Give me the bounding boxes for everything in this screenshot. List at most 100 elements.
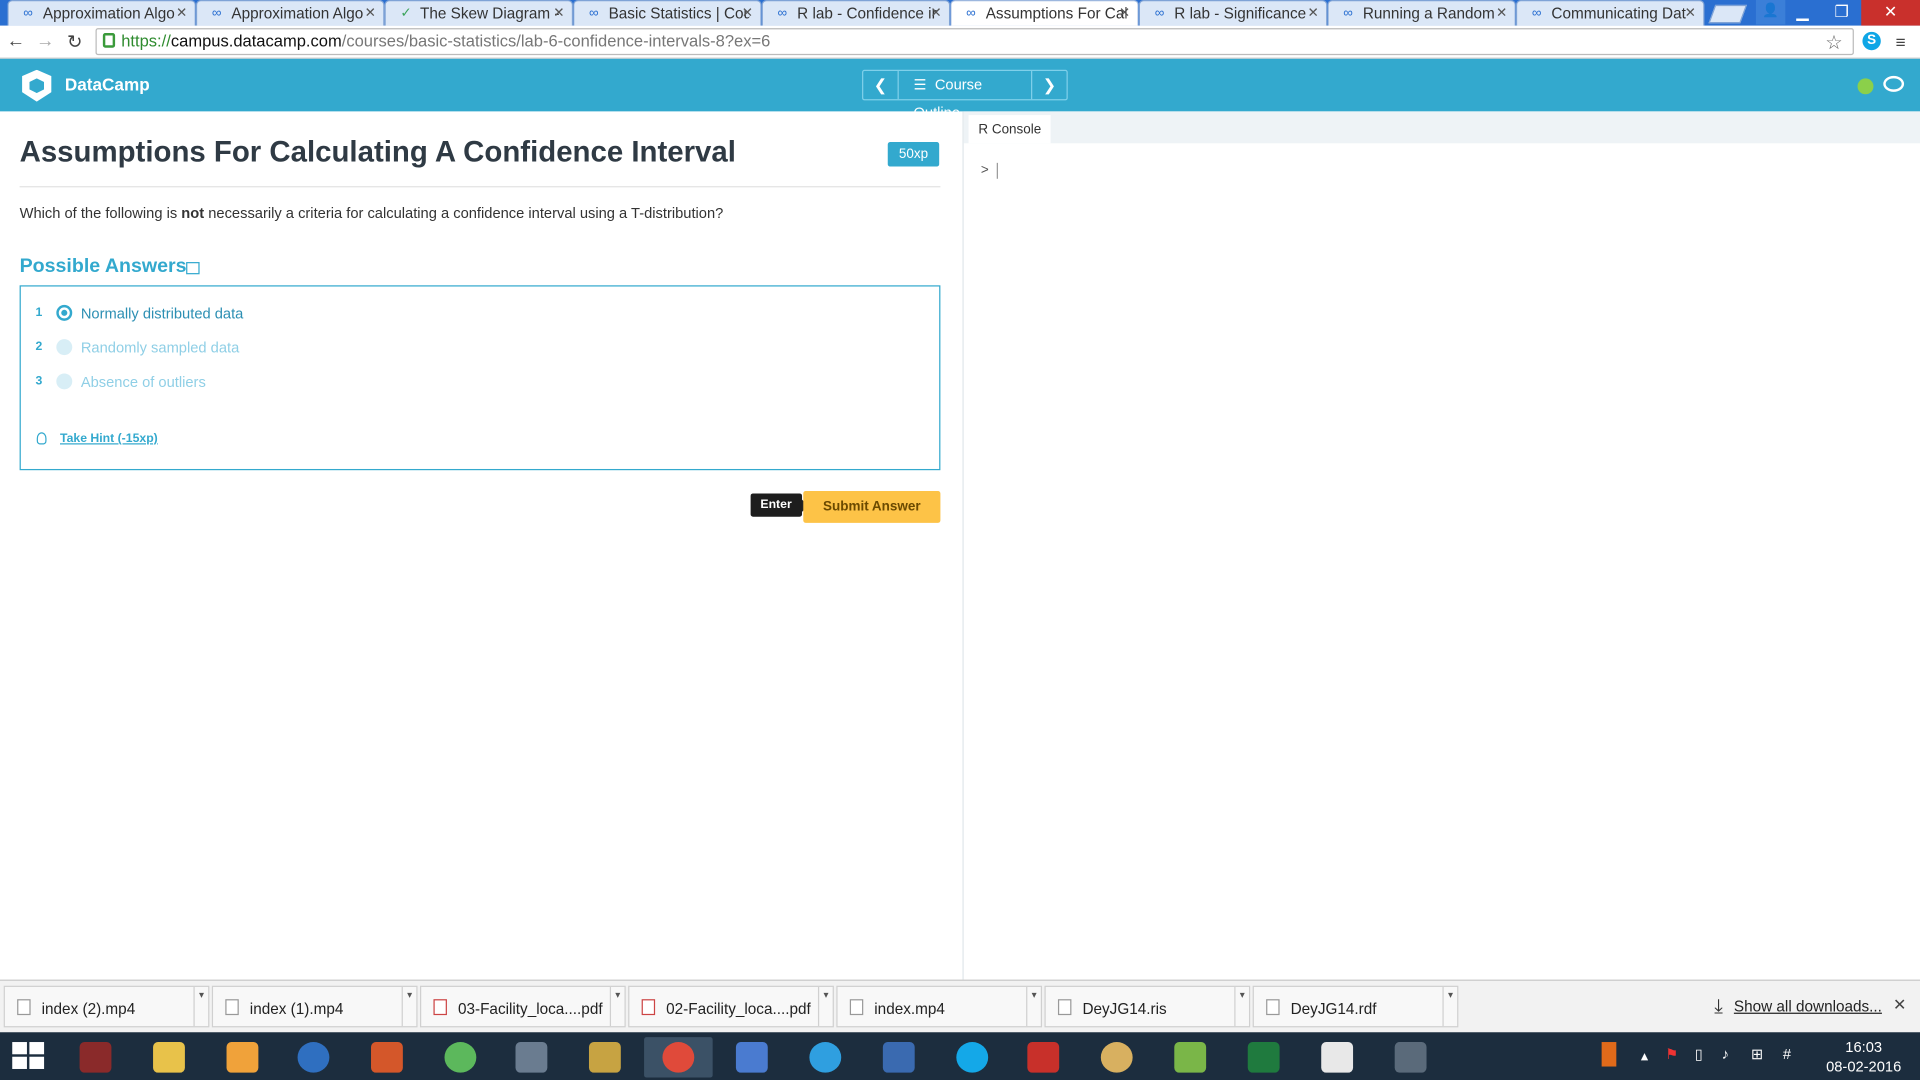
download-item[interactable]: index (1).mp4 ▾ (211, 985, 418, 1028)
tab-title: R lab - Significance (1174, 4, 1307, 23)
r-app-icon[interactable] (279, 1037, 348, 1077)
taskbar-clock[interactable]: 16:03 08-02-2016 (1822, 1037, 1905, 1076)
minimize-icon[interactable]: ▁ (1783, 0, 1822, 26)
download-item[interactable]: 02-Facility_loca....pdf ▾ (628, 985, 834, 1028)
browser-tab-active[interactable]: ∞ Assumptions For Cal ✕ (950, 0, 1139, 26)
browser-tab[interactable]: ∞ Running a Random ✕ (1327, 0, 1516, 26)
close-icon[interactable]: ✕ (742, 5, 753, 21)
close-icon[interactable]: ✕ (365, 5, 376, 21)
remote-desktop-icon[interactable] (864, 1037, 933, 1077)
dropdown-arrow-icon[interactable]: ▾ (401, 986, 417, 1027)
spiderweb-app-icon[interactable] (61, 1037, 130, 1077)
file-explorer-icon[interactable] (135, 1037, 204, 1077)
user-profile-icon[interactable]: 👤 (1755, 0, 1786, 25)
dropdown-arrow-icon[interactable]: ▾ (817, 986, 833, 1027)
restore-icon[interactable]: ❐ (1822, 0, 1861, 26)
course-outline-nav: ❮ ☰ Course Outline ❯ (862, 69, 1068, 121)
download-icon: ⤓ (1714, 996, 1723, 1018)
notification-alert-icon[interactable] (1601, 1042, 1617, 1067)
excel-icon[interactable] (1229, 1037, 1298, 1077)
windows-start-icon[interactable] (12, 1042, 46, 1071)
download-item[interactable]: DeyJG14.ris ▾ (1044, 985, 1251, 1028)
acrobat-icon[interactable] (1009, 1037, 1078, 1077)
close-icon[interactable]: ✕ (176, 5, 187, 21)
status-indicator (1857, 78, 1874, 95)
app-window-icon[interactable] (497, 1037, 566, 1077)
bookmark-star-icon[interactable]: ☆ (1825, 31, 1843, 55)
dropdown-arrow-icon[interactable]: ▾ (1234, 986, 1249, 1027)
notepad-plus-icon[interactable] (1156, 1037, 1225, 1077)
address-bar[interactable]: https://campus.datacamp.com/courses/basi… (95, 28, 1854, 56)
possible-answers-title: Possible Answers (19, 255, 187, 277)
datacamp-infinity-icon: ∞ (966, 6, 976, 21)
close-shelf-icon[interactable]: ✕ (1893, 996, 1906, 1016)
chevron-left-icon[interactable]: ❮ (863, 71, 897, 99)
brand-name[interactable]: DataCamp (65, 75, 150, 95)
course-outline-button[interactable]: ☰ Course Outline (897, 71, 1033, 121)
show-all-downloads-link[interactable]: Show all downloads... (1734, 998, 1882, 1015)
close-icon[interactable]: ✕ (1119, 5, 1130, 21)
browser-tab[interactable]: ✓ The Skew Diagram - ✕ (384, 0, 574, 26)
settings-hash-icon[interactable]: # (1783, 1046, 1791, 1063)
submit-answer-button[interactable]: Submit Answer (803, 491, 941, 523)
close-icon[interactable]: ✕ (1496, 5, 1507, 21)
back-arrow-icon[interactable]: ← (5, 31, 27, 52)
browser-tab[interactable]: ∞ R lab - Significance ✕ (1138, 0, 1328, 26)
network-app-icon[interactable] (718, 1037, 787, 1077)
close-icon[interactable]: ✕ (1685, 5, 1696, 21)
internet-explorer-icon[interactable] (791, 1037, 860, 1077)
browser-tab[interactable]: ∞ R lab - Confidence ir ✕ (761, 0, 951, 26)
close-icon[interactable]: ✕ (553, 5, 564, 21)
url-host: campus.datacamp.com (170, 31, 342, 51)
datacamp-logo-icon[interactable] (22, 69, 52, 102)
network-icon[interactable]: ⊞ (1751, 1046, 1763, 1063)
download-item[interactable]: 03-Facility_loca....pdf ▾ (420, 985, 626, 1028)
browser-tab[interactable]: ∞ Approximation Algo ✕ (195, 0, 385, 26)
virtualbox-icon[interactable] (1376, 1037, 1445, 1077)
chevron-right-icon[interactable]: ❯ (1032, 71, 1066, 99)
download-item[interactable]: index (2).mp4 ▾ (3, 985, 210, 1028)
skype-extension-icon[interactable]: S (1862, 31, 1881, 51)
paint-icon[interactable] (1082, 1037, 1151, 1077)
dropdown-arrow-icon[interactable]: ▾ (193, 986, 208, 1027)
dropdown-arrow-icon[interactable]: ▾ (1442, 986, 1457, 1027)
dropdown-arrow-icon[interactable]: ▾ (609, 986, 625, 1027)
battery-icon[interactable]: ▯ (1695, 1046, 1703, 1063)
window-close-icon[interactable]: ✕ (1861, 0, 1920, 26)
outlook-icon[interactable] (208, 1037, 277, 1077)
browser-tab[interactable]: ∞ Communicating Dat ✕ (1515, 0, 1705, 26)
chrome-icon[interactable] (644, 1037, 713, 1078)
volume-icon[interactable]: ♪ (1722, 1046, 1729, 1063)
download-item[interactable]: DeyJG14.rdf ▾ (1252, 985, 1459, 1028)
flag-error-icon[interactable]: ⚑ (1665, 1046, 1678, 1063)
chat-bubble-icon[interactable] (1883, 75, 1905, 92)
slack-icon[interactable] (1303, 1037, 1372, 1077)
new-tab-button[interactable] (1708, 4, 1748, 24)
dropdown-arrow-icon[interactable]: ▾ (1026, 986, 1041, 1027)
browser-tab[interactable]: ∞ Approximation Algo ✕ (7, 0, 196, 26)
download-name: DeyJG14.ris (1082, 1000, 1167, 1018)
tools-icon[interactable] (571, 1037, 640, 1077)
chevron-up-icon[interactable]: ▴ (1641, 1047, 1648, 1064)
answer-label[interactable]: Absence of outliers (81, 373, 206, 390)
radio-unselected[interactable] (56, 339, 73, 356)
reload-icon[interactable]: ↻ (64, 31, 86, 53)
console-input[interactable] (996, 162, 998, 179)
download-item[interactable]: index.mp4 ▾ (836, 985, 1043, 1028)
close-icon[interactable]: ✕ (930, 5, 941, 21)
forward-arrow-icon[interactable]: → (34, 31, 56, 52)
take-hint-link[interactable]: Take Hint (-15xp) (60, 432, 158, 445)
spring-tool-icon[interactable] (426, 1037, 495, 1077)
tab-title: Approximation Algo (42, 4, 175, 23)
skype-icon[interactable] (938, 1037, 1007, 1077)
radio-selected[interactable] (56, 304, 73, 321)
answer-label[interactable]: Normally distributed data (81, 305, 244, 322)
radio-unselected[interactable] (56, 373, 73, 390)
matlab-icon[interactable] (353, 1037, 422, 1077)
browser-tab[interactable]: ∞ Basic Statistics | Cou ✕ (573, 0, 762, 26)
flag-icon[interactable] (186, 262, 200, 275)
answer-label[interactable]: Randomly sampled data (81, 339, 239, 356)
chrome-menu-icon[interactable]: ≡ (1896, 32, 1906, 52)
close-icon[interactable]: ✕ (1307, 5, 1318, 21)
tab-r-console[interactable]: R Console (968, 115, 1052, 144)
